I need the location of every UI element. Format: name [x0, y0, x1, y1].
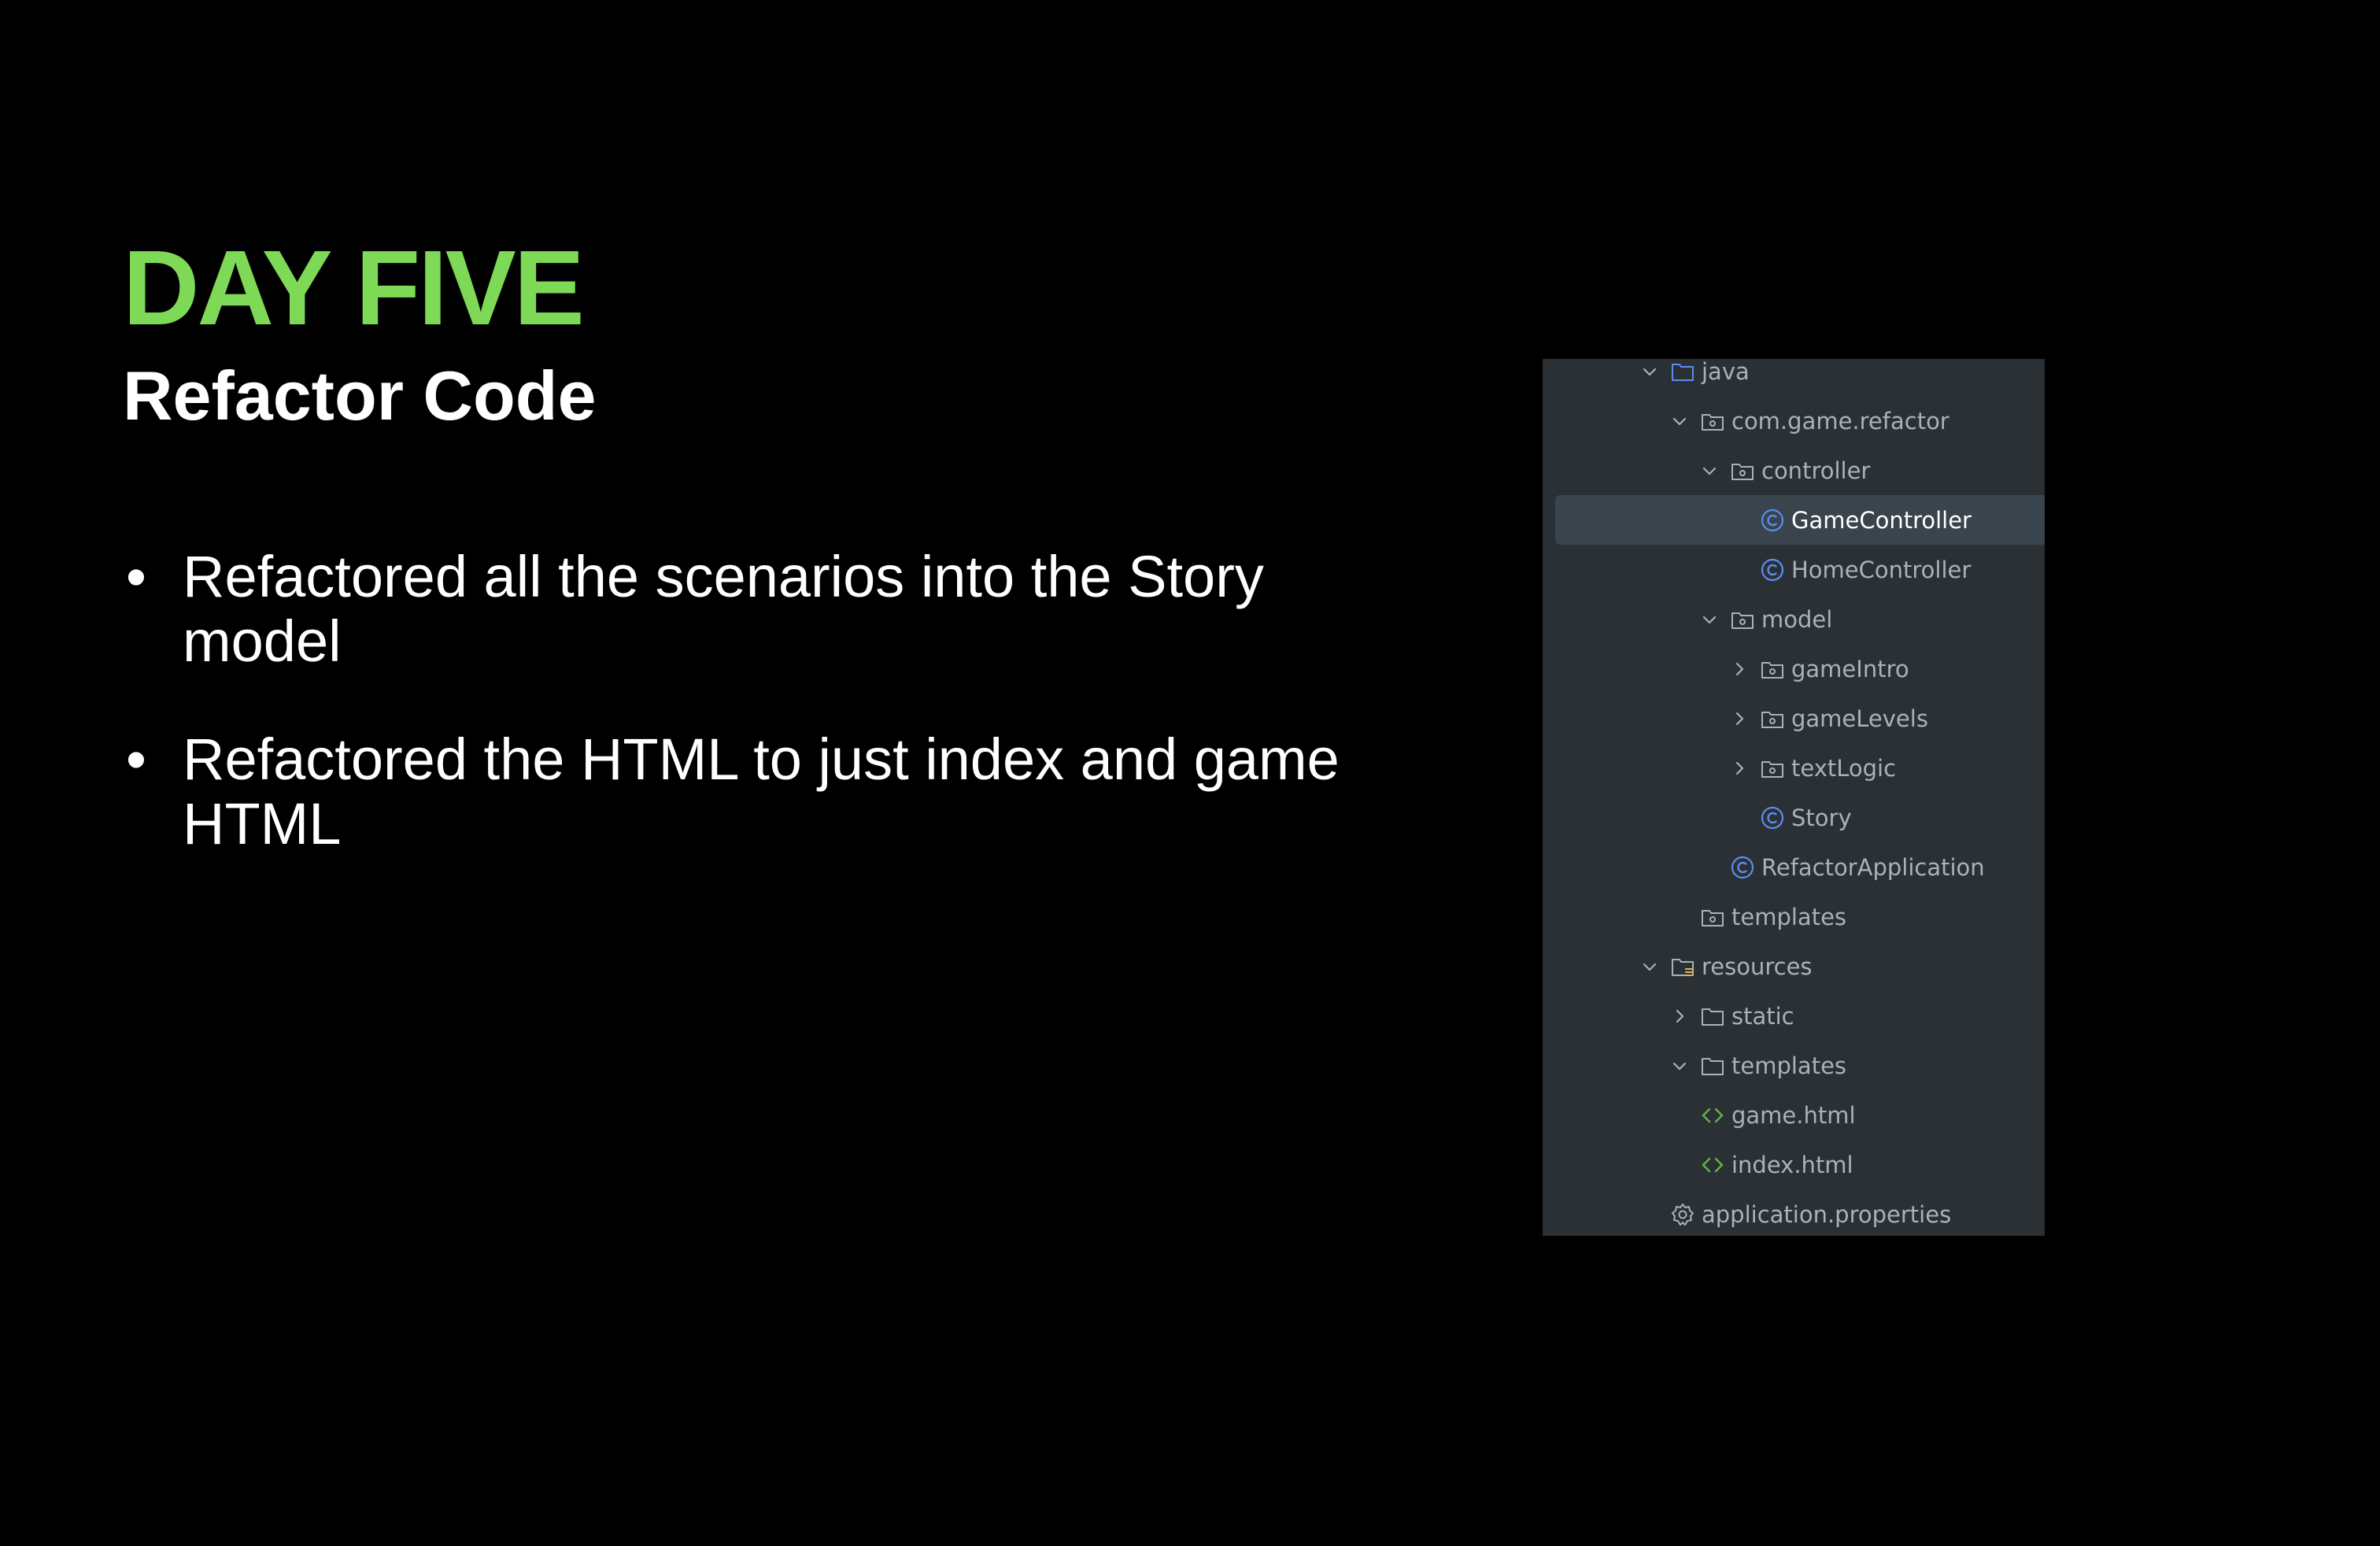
source-folder-icon — [1670, 359, 1695, 384]
bullet-dot: • — [126, 544, 146, 609]
resources-folder-icon — [1670, 954, 1695, 979]
settings-file-icon — [1670, 1202, 1695, 1227]
chevron-down-icon[interactable] — [1700, 610, 1719, 629]
tree-item-templates-package[interactable]: templates — [1543, 892, 2045, 941]
bullet-dot: • — [126, 727, 146, 792]
chevron-down-icon[interactable] — [1670, 412, 1689, 431]
tree-item-story[interactable]: Story — [1543, 793, 2045, 842]
tree-item-static[interactable]: static — [1543, 991, 2045, 1041]
bullet-item-2: • Refactored the HTML to just index and … — [123, 727, 1429, 856]
tree-item-game-html[interactable]: game.html — [1543, 1090, 2045, 1140]
tree-item-label: gameLevels — [1791, 705, 1928, 732]
chevron-right-icon[interactable] — [1730, 709, 1749, 728]
tree-item-templates-folder[interactable]: templates — [1543, 1041, 2045, 1090]
tree-item-label: index.html — [1731, 1151, 1853, 1178]
slide-title: DAY FIVE — [123, 228, 585, 347]
chevron-down-icon[interactable] — [1640, 957, 1659, 976]
tree-item-label: static — [1731, 1002, 1794, 1030]
folder-icon — [1700, 1053, 1725, 1078]
package-icon — [1700, 409, 1725, 434]
package-icon — [1700, 904, 1725, 930]
slide-subtitle: Refactor Code — [123, 357, 597, 435]
tree-item-model[interactable]: model — [1543, 594, 2045, 644]
tree-item-label: RefactorApplication — [1761, 853, 1985, 881]
project-tree-panel: java com.game.refactor controller GameCo… — [1543, 359, 2045, 1236]
package-icon — [1730, 607, 1755, 632]
tree-item-label: java — [1702, 359, 1750, 385]
bullet-list: • Refactored all the scenarios into the … — [123, 545, 1429, 910]
chevron-right-icon[interactable] — [1670, 1007, 1689, 1026]
package-icon — [1730, 458, 1755, 483]
tree-item-textlogic[interactable]: textLogic — [1543, 743, 2045, 793]
chevron-down-icon[interactable] — [1670, 1056, 1689, 1075]
tree-item-java[interactable]: java — [1543, 359, 2045, 396]
tree-item-label: HomeController — [1791, 556, 1972, 583]
package-icon — [1760, 756, 1785, 781]
chevron-down-icon[interactable] — [1640, 362, 1659, 381]
class-icon — [1730, 855, 1755, 880]
chevron-right-icon[interactable] — [1730, 759, 1749, 778]
tree-item-label: textLogic — [1791, 754, 1897, 782]
tree-item-gamelevels[interactable]: gameLevels — [1543, 693, 2045, 743]
tree-item-label: com.game.refactor — [1731, 407, 1949, 435]
tree-item-resources[interactable]: resources — [1543, 941, 2045, 991]
html-file-icon — [1700, 1103, 1725, 1128]
bullet-item-1: • Refactored all the scenarios into the … — [123, 545, 1429, 674]
tree-item-label: templates — [1731, 1052, 1847, 1079]
tree-item-homecontroller[interactable]: HomeController — [1543, 545, 2045, 594]
tree-item-com-game-refactor[interactable]: com.game.refactor — [1543, 396, 2045, 446]
html-file-icon — [1700, 1152, 1725, 1178]
tree-item-label: controller — [1761, 457, 1871, 484]
chevron-down-icon[interactable] — [1700, 461, 1719, 480]
tree-item-gameintro[interactable]: gameIntro — [1543, 644, 2045, 693]
tree-item-label: templates — [1731, 903, 1847, 930]
tree-item-label: resources — [1702, 952, 1813, 980]
tree-item-label: application.properties — [1702, 1200, 1952, 1228]
bullet-text: Refactored all the scenarios into the St… — [183, 544, 1264, 674]
tree-item-index-html[interactable]: index.html — [1543, 1140, 2045, 1189]
tree-item-gamecontroller[interactable]: GameController — [1555, 495, 2045, 545]
class-icon — [1760, 805, 1785, 830]
tree-item-controller[interactable]: controller — [1543, 446, 2045, 495]
tree-item-refactorapplication[interactable]: RefactorApplication — [1543, 842, 2045, 892]
bullet-text: Refactored the HTML to just index and ga… — [183, 727, 1340, 856]
tree-item-label: model — [1761, 605, 1833, 633]
package-icon — [1760, 656, 1785, 682]
tree-item-application-properties[interactable]: application.properties — [1543, 1189, 2045, 1236]
class-icon — [1760, 508, 1785, 533]
tree-item-label: Story — [1791, 804, 1852, 831]
chevron-right-icon[interactable] — [1730, 660, 1749, 679]
class-icon — [1760, 557, 1785, 583]
folder-icon — [1700, 1004, 1725, 1029]
tree-item-label: gameIntro — [1791, 655, 1909, 682]
tree-item-label: game.html — [1731, 1101, 1856, 1129]
package-icon — [1760, 706, 1785, 731]
tree-item-label: GameController — [1791, 506, 1972, 534]
